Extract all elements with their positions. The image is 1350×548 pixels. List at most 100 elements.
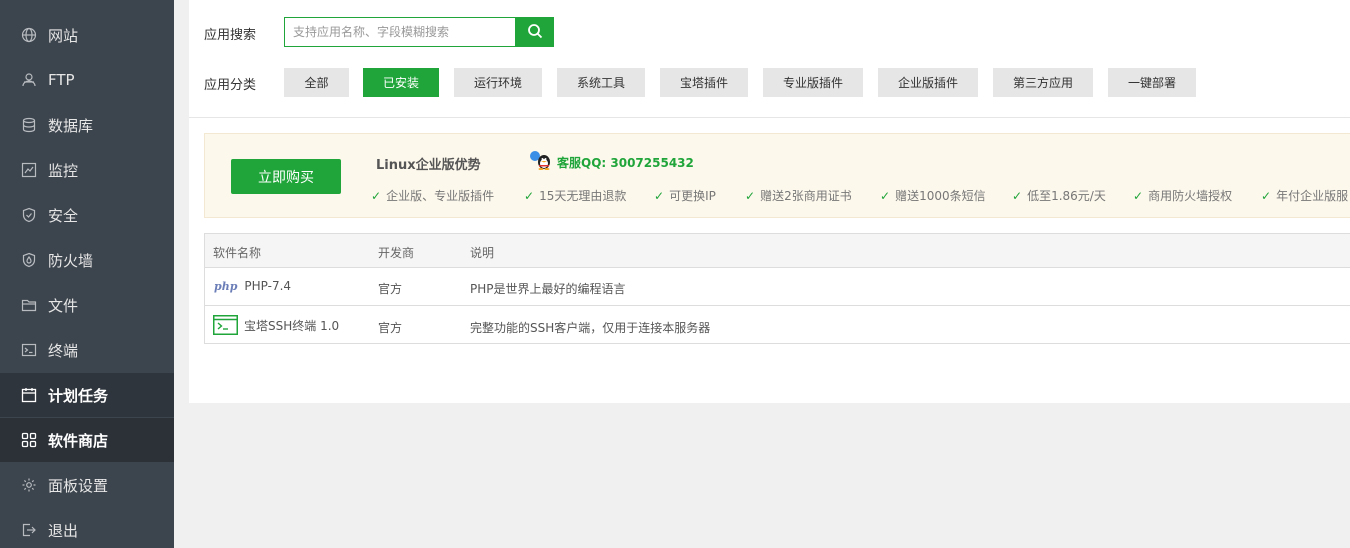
- search-label: 应用搜索: [204, 28, 257, 43]
- grid-apps-icon: [21, 432, 37, 448]
- check-icon: ✓: [654, 188, 665, 203]
- check-icon: ✓: [1012, 188, 1023, 203]
- globe-icon: [21, 27, 37, 43]
- sidebar-item-label: 数据库: [48, 116, 94, 135]
- feature-text: 赠送1000条短信: [895, 189, 986, 203]
- sidebar-item-settings[interactable]: 面板设置: [0, 463, 174, 507]
- check-icon: ✓: [371, 188, 382, 203]
- promo-feature: ✓ 商用防火墙授权: [1133, 187, 1232, 204]
- description-cell: 完整功能的SSH客户端，仅用于连接本服务器: [470, 321, 711, 335]
- sidebar-item-label: 计划任务: [48, 386, 109, 405]
- divider: [189, 117, 1350, 118]
- category-enterprise-plugins[interactable]: 企业版插件: [878, 68, 978, 97]
- feature-text: 15天无理由退款: [539, 189, 627, 203]
- sidebar-item-security[interactable]: 安全: [0, 193, 174, 237]
- check-icon: ✓: [524, 188, 535, 203]
- qq-support[interactable]: 客服QQ: 3007255432: [529, 150, 694, 174]
- sidebar-item-label: 终端: [48, 341, 79, 360]
- description-cell: PHP是世界上最好的编程语言: [470, 282, 626, 296]
- category-pro-plugins[interactable]: 专业版插件: [763, 68, 863, 97]
- table-row[interactable]: php PHP-7.4 官方 PHP是世界上最好的编程语言: [205, 268, 1350, 306]
- sidebar-item-app-store[interactable]: 软件商店: [0, 418, 174, 462]
- check-icon: ✓: [880, 188, 891, 203]
- table-header: 软件名称 开发商 说明: [205, 234, 1350, 268]
- sidebar-item-firewall[interactable]: 防火墙: [0, 238, 174, 282]
- category-system-tools[interactable]: 系统工具: [557, 68, 645, 97]
- sidebar-item-label: FTP: [48, 71, 75, 89]
- category-third-party[interactable]: 第三方应用: [993, 68, 1093, 97]
- category-all[interactable]: 全部: [284, 68, 349, 97]
- promo-feature: ✓ 15天无理由退款: [524, 187, 626, 204]
- sidebar-item-terminal[interactable]: 终端: [0, 328, 174, 372]
- feature-text: 企业版、专业版插件: [386, 189, 495, 203]
- promo-feature: ✓ 年付企业版服: [1261, 187, 1348, 204]
- category-bt-plugins[interactable]: 宝塔插件: [660, 68, 748, 97]
- sidebar-item-label: 退出: [48, 521, 79, 540]
- folder-icon: [21, 297, 37, 313]
- category-installed[interactable]: 已安装: [363, 68, 439, 97]
- software-name-cell: php PHP-7.4: [214, 279, 291, 293]
- promo-title: Linux企业版优势: [376, 158, 481, 173]
- promo-feature: ✓ 赠送1000条短信: [880, 187, 986, 204]
- check-icon: ✓: [1261, 188, 1272, 203]
- sidebar-item-label: 软件商店: [48, 431, 109, 450]
- check-icon: ✓: [1133, 188, 1144, 203]
- column-header-name[interactable]: 软件名称: [213, 244, 261, 261]
- promo-feature: ✓ 可更换IP: [654, 187, 716, 204]
- ssh-terminal-icon: [213, 315, 238, 335]
- sidebar-item-label: 安全: [48, 206, 79, 225]
- feature-text: 低至1.86元/天: [1027, 189, 1106, 203]
- category-label: 应用分类: [204, 78, 257, 93]
- software-name-cell: 宝塔SSH终端 1.0: [213, 315, 339, 335]
- feature-text: 可更换IP: [669, 189, 716, 203]
- php-logo-icon: php: [214, 279, 238, 293]
- sidebar-item-cron[interactable]: 计划任务: [0, 373, 174, 417]
- software-table: 软件名称 开发商 说明 php PHP-7.4 官方 PHP是世界上最好的编程语…: [204, 233, 1350, 344]
- sidebar-item-label: 防火墙: [48, 251, 94, 270]
- feature-text: 年付企业版服: [1276, 189, 1349, 203]
- enterprise-promo-banner: 立即购买 Linux企业版优势 客服QQ: 3007255432 ✓ 企业版、专业…: [204, 133, 1350, 218]
- gear-icon: [21, 477, 37, 493]
- category-one-click-deploy[interactable]: 一键部署: [1108, 68, 1196, 97]
- promo-feature: ✓ 低至1.86元/天: [1012, 187, 1106, 204]
- ftp-user-icon: [21, 72, 37, 88]
- promo-feature: ✓ 企业版、专业版插件: [371, 187, 494, 204]
- sidebar-item-database[interactable]: 数据库: [0, 103, 174, 147]
- sidebar-item-label: 监控: [48, 161, 79, 180]
- feature-text: 赠送2张商用证书: [760, 189, 852, 203]
- search-button[interactable]: [515, 17, 554, 47]
- sidebar-item-website[interactable]: 网站: [0, 13, 174, 57]
- sidebar-item-label: 文件: [48, 296, 79, 315]
- firewall-icon: [21, 252, 37, 268]
- shield-icon: [21, 207, 37, 223]
- promo-feature: ✓ 赠送2张商用证书: [745, 187, 852, 204]
- check-icon: ✓: [745, 188, 756, 203]
- vendor-cell: 官方: [378, 321, 403, 335]
- column-header-description[interactable]: 说明: [470, 244, 494, 261]
- sidebar-item-ftp[interactable]: FTP: [0, 58, 174, 102]
- qq-penguin-icon: [529, 150, 553, 174]
- sidebar-item-monitor[interactable]: 监控: [0, 148, 174, 192]
- qq-number: 客服QQ: 3007255432: [557, 155, 694, 170]
- calendar-icon: [21, 387, 37, 403]
- sidebar-item-logout[interactable]: 退出: [0, 508, 174, 548]
- software-name: 宝塔SSH终端 1.0: [244, 318, 340, 333]
- search-icon: [527, 23, 543, 42]
- logout-icon: [21, 522, 37, 538]
- vendor-cell: 官方: [378, 282, 403, 296]
- sidebar-item-files[interactable]: 文件: [0, 283, 174, 327]
- table-row[interactable]: 宝塔SSH终端 1.0 官方 完整功能的SSH客户端，仅用于连接本服务器: [205, 307, 1350, 344]
- app-store-panel: 应用搜索 应用分类 全部 已安装 运行环境 系统工具 宝塔插件 专业版插件 企业…: [189, 0, 1350, 403]
- buy-now-button[interactable]: 立即购买: [231, 159, 341, 194]
- column-header-vendor[interactable]: 开发商: [378, 244, 414, 261]
- feature-text: 商用防火墙授权: [1148, 189, 1233, 203]
- sidebar: 网站 FTP 数据库 监控 安全 防火墙 文件 终端 计划任务 软件商店 面板设…: [0, 0, 174, 548]
- database-icon: [21, 117, 37, 133]
- sidebar-item-label: 面板设置: [48, 476, 109, 495]
- monitor-chart-icon: [21, 162, 37, 178]
- sidebar-item-label: 网站: [48, 26, 79, 45]
- category-runtime[interactable]: 运行环境: [454, 68, 542, 97]
- search-input[interactable]: [284, 17, 516, 47]
- terminal-icon: [21, 342, 37, 358]
- software-name: PHP-7.4: [244, 279, 292, 293]
